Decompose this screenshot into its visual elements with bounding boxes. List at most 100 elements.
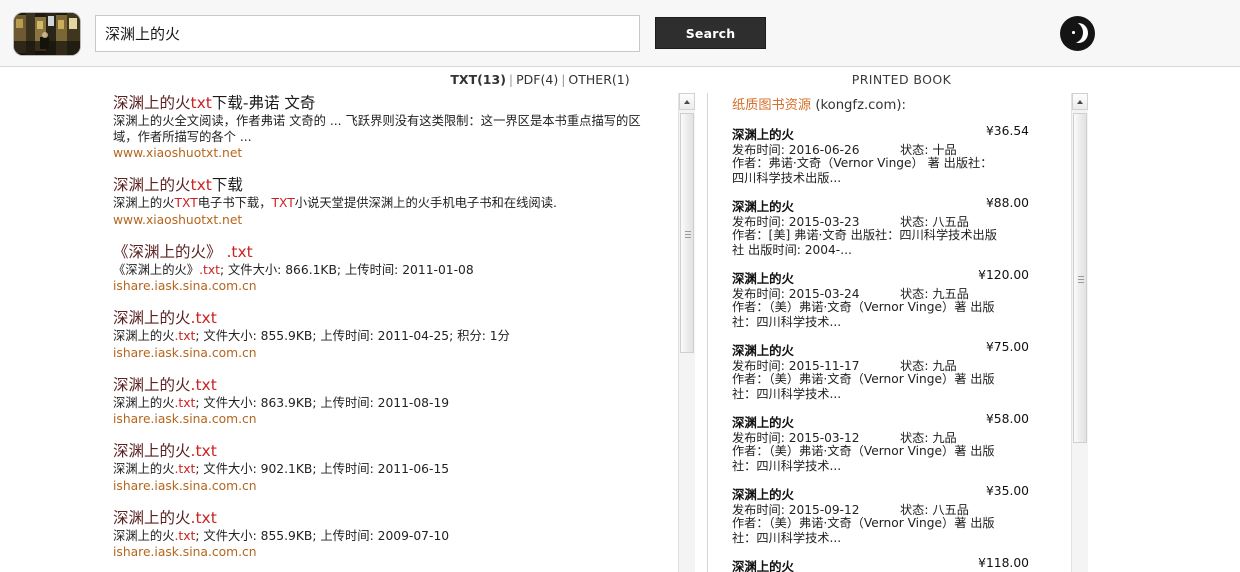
result-snippet: 深渊上的火.txt; 文件大小: 855.9KB; 上传时间: 2009-07-… (113, 529, 649, 545)
list-item: 深渊上的火 ¥58.00 发布时间: 2015-03-12 状态: 九品 作者：… (732, 412, 1073, 474)
result-title-highlight: 深渊上的火 (113, 375, 191, 394)
result-title-ext: .txt (190, 508, 217, 527)
book-title[interactable]: 深渊上的火 (732, 559, 794, 572)
book-source-heading: 纸质图书资源 (kongfz.com): (732, 97, 1073, 115)
book-header-row: 深渊上的火 ¥120.00 (732, 268, 1073, 286)
thumbnail-photo-icon[interactable] (14, 13, 80, 55)
search-input[interactable] (95, 15, 640, 52)
scroll-grip-line (1078, 282, 1084, 283)
tab-pdf[interactable]: PDF(4) (516, 72, 558, 87)
snippet-part-a: 深渊上的火 (113, 329, 175, 343)
result-title-highlight: 深渊上的 (113, 94, 176, 112)
book-date-row: 发布时间: 2016-06-26 状态: 十品 (732, 140, 1073, 157)
list-item: 深渊上的火.txt 深渊上的火.txt; 文件大小: 863.9KB; 上传时间… (113, 375, 694, 429)
result-title-rest: 下载-弗诺 文奇 (211, 94, 316, 112)
moon-eye (1072, 31, 1075, 34)
snippet-part-b: ; 文件大小: 863.9KB; 上传时间: 2011-08-19 (195, 395, 450, 410)
right-scrollbar[interactable] (1071, 93, 1088, 572)
tab-separator-2: | (561, 72, 566, 87)
result-title[interactable]: 《深渊上的火》 .txt (113, 242, 694, 262)
chevron-up-arrow (684, 100, 690, 104)
result-url[interactable]: ishare.iask.sina.com.cn (113, 544, 694, 561)
chevron-up-icon[interactable] (1072, 93, 1088, 110)
book-publish-date: 发布时间: 2015-03-12 (732, 431, 860, 445)
result-title[interactable]: 深渊上的火.txt (113, 375, 694, 395)
result-title-ext: .txt (221, 242, 253, 261)
list-item: 《深渊上的火》 .txt 《深渊上的火》.txt; 文件大小: 866.1KB;… (113, 242, 694, 296)
book-meta: 作者：（美）弗诺·文奇（Vernor Vinge）著 出版社：四川科学技术... (732, 372, 995, 401)
list-item: 深渊上的火 ¥88.00 发布时间: 2015-03-23 状态: 八五品 作者… (732, 196, 1073, 258)
chevron-up-icon[interactable] (679, 93, 695, 110)
status-badge: 状态: 九五品 (900, 287, 969, 301)
left-scrollbar[interactable] (678, 93, 695, 572)
result-url[interactable]: ishare.iask.sina.com.cn (113, 478, 694, 495)
book-price: ¥88.00 (985, 196, 1029, 210)
list-item: 深渊上的火.txt 深渊上的火.txt; 文件大小: 855.9KB; 上传时间… (113, 508, 694, 562)
snippet-part-b: ; 文件大小: 902.1KB; 上传时间: 2011-06-15 (195, 462, 450, 476)
book-meta: 作者：（美）弗诺·文奇（Vernor Vinge）著 出版社：四川科学技术... (732, 516, 995, 545)
thumbnail-photo-svg (14, 13, 80, 55)
result-title[interactable]: 深渊上的火.txt (113, 508, 694, 528)
result-title[interactable]: 深渊上的火txt下载 (113, 175, 694, 195)
tab-txt[interactable]: TXT(13) (450, 72, 506, 87)
book-publish-date: 发布时间: 2015-11-17 (732, 359, 860, 373)
result-url[interactable]: www.xiaoshuotxt.net (113, 145, 694, 162)
result-title[interactable]: 深渊上的火.txt (113, 308, 694, 328)
scroll-grip-line (1078, 276, 1084, 277)
result-title-highlight: 深渊上的火 (113, 309, 191, 327)
right-scrollbar-thumb[interactable] (1073, 113, 1087, 443)
web-results-list: 深渊上的火txt下载-弗诺 文奇 深渊上的火全文阅读，作者弗诺 文奇的 ... … (0, 93, 694, 572)
book-source-domain: (kongfz.com): (811, 98, 906, 113)
result-title-query: 火 (175, 94, 191, 112)
result-snippet: 深渊上的火.txt; 文件大小: 863.9KB; 上传时间: 2011-08-… (113, 396, 649, 412)
snippet-ext-1: .txt (174, 395, 196, 410)
result-url[interactable]: ishare.iask.sina.com.cn (113, 278, 694, 295)
snippet-part-a: 《深渊上的火》 (113, 262, 200, 277)
list-item: 深渊上的火txt下载-弗诺 文奇 深渊上的火全文阅读，作者弗诺 文奇的 ... … (113, 93, 694, 162)
book-meta: 作者：（美）弗诺·文奇（Vernor Vinge）著 出版社：四川科学技术... (732, 444, 995, 473)
result-snippet: 深渊上的火.txt; 文件大小: 855.9KB; 上传时间: 2011-04-… (113, 329, 649, 345)
tab-bar: TXT(13) | PDF(4) | OTHER(1) PRINTED BOOK (0, 67, 1240, 93)
result-title-rest: 下载 (211, 176, 243, 194)
tab-separator-1: | (508, 72, 514, 87)
book-date-row: 发布时间: 2015-03-24 状态: 九五品 (732, 284, 1073, 301)
result-title-ext: txt (190, 176, 212, 194)
book-meta: 作者：（美）弗诺·文奇（Vernor Vinge）著 出版社：四川科学技术... (732, 300, 995, 329)
result-title[interactable]: 深渊上的火.txt (113, 441, 694, 461)
printed-book-heading: PRINTED BOOK (851, 72, 952, 87)
result-snippet: 《深渊上的火》.txt; 文件大小: 866.1KB; 上传时间: 2011-0… (113, 263, 649, 279)
result-url[interactable]: ishare.iask.sina.com.cn (113, 411, 694, 428)
snippet-ext-1: TXT (174, 196, 198, 210)
result-title-ext: .txt (190, 442, 217, 460)
web-results-panel: 深渊上的火txt下载-弗诺 文奇 深渊上的火全文阅读，作者弗诺 文奇的 ... … (0, 93, 694, 572)
list-item: 深渊上的火txt下载 深渊上的火TXT电子书下载，TXT小说天堂提供深渊上的火手… (113, 175, 694, 229)
result-title-highlight: 深渊上的 (113, 176, 176, 194)
snippet-ext-1: .txt (174, 462, 196, 476)
moon-icon[interactable] (1060, 16, 1095, 51)
book-header-row: 深渊上的火 ¥88.00 (732, 196, 1073, 214)
result-title[interactable]: 深渊上的火txt下载-弗诺 文奇 (113, 93, 694, 113)
result-snippet: 深渊上的火TXT电子书下载，TXT小说天堂提供深渊上的火手机电子书和在线阅读. (113, 196, 649, 212)
result-title-ext: .txt (190, 309, 217, 327)
tab-other[interactable]: OTHER(1) (568, 72, 629, 87)
result-url[interactable]: www.xiaoshuotxt.net (113, 212, 694, 229)
result-title-highlight: 深渊上的火 (113, 442, 191, 460)
status-badge: 状态: 九品 (900, 431, 957, 445)
result-title-highlight: 深渊上的火 (113, 508, 191, 527)
result-title-ext: txt (190, 94, 212, 112)
book-meta: 作者：[美] 弗诺·文奇 出版社：四川科学技术出版社 出版时间: 2004-..… (732, 228, 997, 257)
book-price: ¥35.00 (985, 484, 1029, 498)
result-url[interactable]: ishare.iask.sina.com.cn (113, 345, 694, 362)
scroll-grip-line (685, 231, 691, 232)
snippet-part-b: 电子书下载， (197, 196, 272, 210)
book-header-row: 深渊上的火 ¥118.00 (732, 556, 1073, 572)
snippet-part-b: ; 文件大小: 855.9KB; 上传时间: 2011-04-25; 积分: 1… (195, 329, 510, 343)
book-source-label: 纸质图书资源 (732, 98, 812, 113)
snippet-part-a: 深渊上的火 (113, 196, 175, 210)
book-price: ¥118.00 (978, 556, 1029, 570)
left-scrollbar-thumb[interactable] (680, 113, 694, 353)
search-button[interactable]: Search (655, 17, 766, 49)
printed-book-panel: 纸质图书资源 (kongfz.com): 深渊上的火 ¥36.54 发布时间: … (715, 93, 1073, 572)
list-item: 深渊上的火.txt 深渊上的火.txt; 文件大小: 902.1KB; 上传时间… (113, 441, 694, 495)
result-title-ext: .txt (190, 375, 217, 394)
